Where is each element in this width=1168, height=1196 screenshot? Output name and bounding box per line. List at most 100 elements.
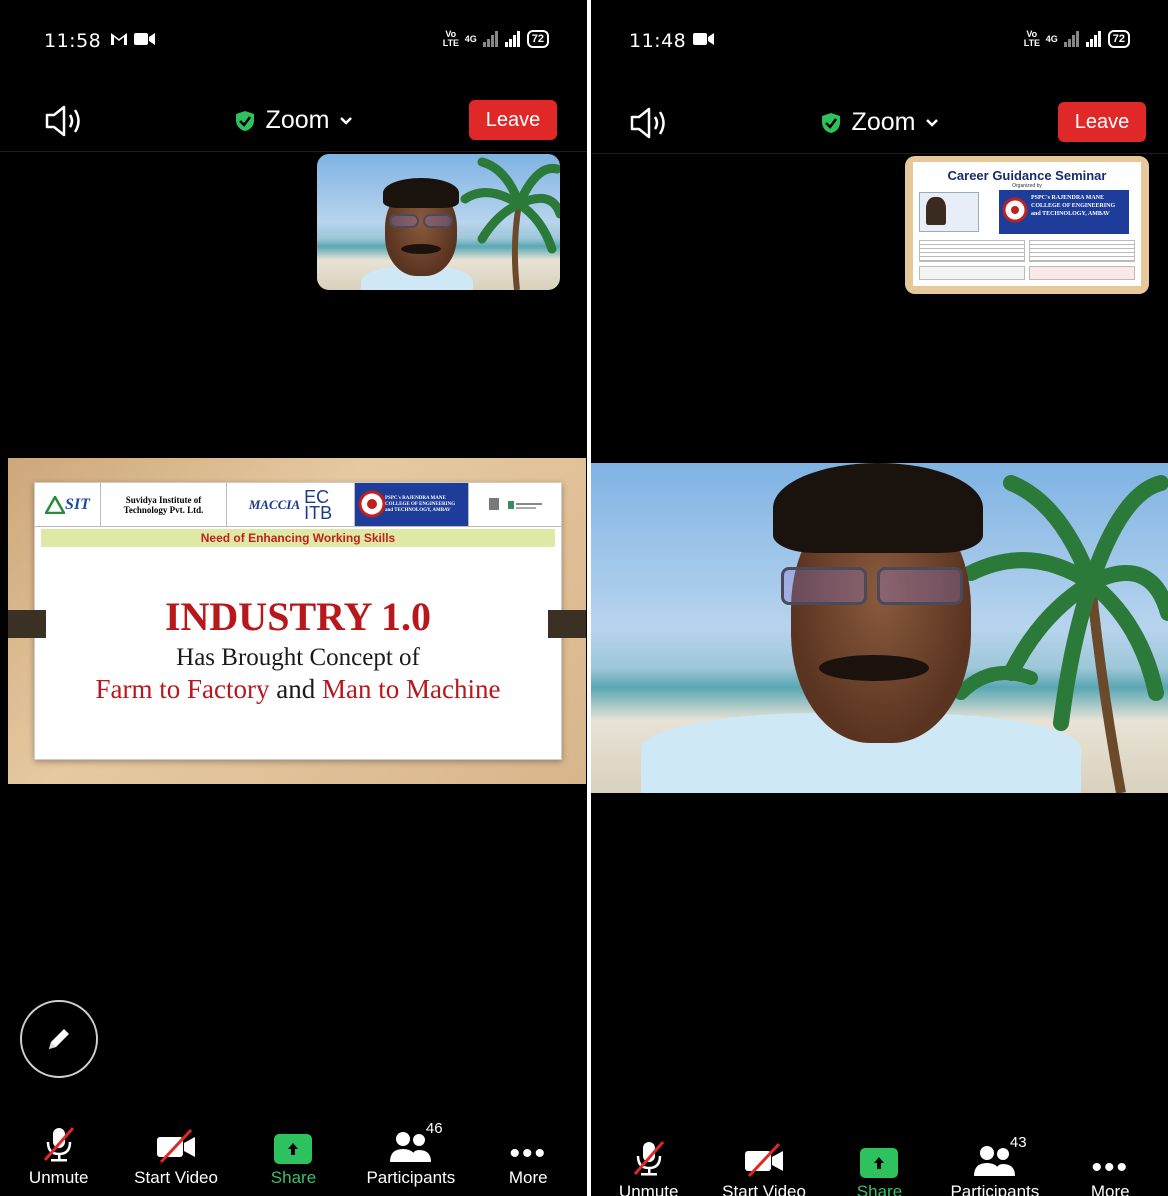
chevron-down-icon [340, 116, 353, 125]
participants-label: Participants [366, 1168, 456, 1187]
unmute-button[interactable]: Unmute [594, 1134, 704, 1196]
slide-paper: SIT Suvidya Institute of Technology Pvt.… [34, 482, 562, 760]
meeting-title-dropdown[interactable]: Zoom [234, 106, 354, 135]
maccia-logo: MACCIA [248, 496, 301, 512]
mic-muted-icon [43, 1127, 74, 1162]
more-button[interactable]: ••• More [473, 1120, 583, 1188]
signal-icon-2 [1085, 31, 1101, 47]
college-emblem-icon [358, 490, 386, 518]
partner-logos [469, 483, 561, 526]
shared-content-thumbnail[interactable]: Career Guidance Seminar Organized by PSP… [905, 156, 1149, 294]
left-phone-screen: 11:58 Vo LTE 4G 72 Zoom Leave SIT Suvidy… [0, 0, 587, 1196]
seminar-footer [919, 266, 1135, 280]
share-label: Share [270, 1168, 317, 1187]
unmute-label: Unmute [28, 1168, 89, 1187]
meeting-header: Zoom Leave [591, 92, 1168, 154]
signal-icon [1063, 31, 1079, 47]
speaker-person [641, 463, 1081, 793]
slide-logo-header: SIT Suvidya Institute of Technology Pvt.… [35, 483, 561, 527]
meeting-title-dropdown[interactable]: Zoom [820, 108, 940, 137]
system-icons: Vo LTE 4G 72 [443, 30, 549, 48]
share-label: Share [856, 1182, 903, 1196]
start-video-label: Start Video [722, 1182, 806, 1196]
signal-icon-2 [504, 31, 520, 47]
leave-button[interactable]: Leave [1058, 102, 1146, 142]
video-off-icon [157, 1128, 196, 1164]
battery-indicator: 72 [1107, 30, 1130, 48]
battery-indicator: 72 [526, 30, 549, 48]
sit-triangle-icon [45, 495, 66, 514]
participants-label: Participants [950, 1182, 1040, 1196]
status-bar: 11:48 Vo LTE 4G 72 [591, 0, 1168, 80]
meeting-title: Zoom [265, 106, 330, 134]
gmail-icon [111, 33, 127, 45]
status-time: 11:48 [629, 30, 687, 52]
leave-button[interactable]: Leave [469, 100, 557, 140]
status-bar: 11:58 Vo LTE 4G 72 [0, 0, 587, 80]
chevron-down-icon [926, 118, 939, 127]
network-type-label: 4G [464, 33, 477, 44]
maccia-ecitb-logos: MACCIA EC ITB [227, 483, 355, 526]
seminar-college-banner: PSPC's RAJENDRA MANE COLLEGE OF ENGINEER… [999, 190, 1129, 234]
status-time: 11:58 [44, 30, 102, 52]
speaker-video-thumbnail[interactable] [317, 154, 560, 290]
unmute-label: Unmute [618, 1182, 679, 1196]
volte-label: Vo LTE [442, 29, 460, 48]
more-label: More [508, 1168, 548, 1187]
participants-button[interactable]: 46 Participants [356, 1120, 466, 1188]
mic-muted-icon [633, 1141, 664, 1176]
pencil-icon [49, 1029, 69, 1049]
seminar-details [919, 240, 1135, 262]
partner-logo-icon-2 [508, 500, 542, 509]
meeting-title: Zoom [851, 108, 916, 136]
board-clip-left [8, 610, 46, 638]
shield-check-icon [235, 110, 254, 131]
speaker-icon[interactable] [629, 106, 669, 140]
notification-icons [110, 32, 156, 46]
meeting-toolbar: Unmute Start Video Share 46 Participants… [0, 1108, 587, 1188]
unmute-button[interactable]: Unmute [4, 1120, 114, 1188]
more-button[interactable]: ••• More [1055, 1134, 1165, 1196]
slide-subtitle: Need of Enhancing Working Skills [41, 529, 555, 547]
seminar-title: Career Guidance Seminar [947, 168, 1107, 183]
sit-logo: SIT [35, 483, 101, 526]
org-name: Suvidya Institute of Technology Pvt. Ltd… [101, 483, 227, 526]
notification-icons [693, 32, 715, 46]
shared-screen-slide: SIT Suvidya Institute of Technology Pvt.… [8, 458, 586, 784]
meeting-header: Zoom Leave [0, 90, 587, 152]
video-camera-icon [693, 33, 714, 45]
seminar-speaker-photo [919, 192, 979, 232]
start-video-button[interactable]: Start Video [121, 1120, 231, 1188]
partner-logo-icon [489, 497, 499, 510]
participants-count: 46 [425, 1120, 443, 1137]
seminar-poster: Career Guidance Seminar Organized by PSP… [913, 162, 1141, 286]
seminar-organized-by: Organized by [1012, 183, 1042, 189]
more-label: More [1090, 1182, 1130, 1196]
network-type-label: 4G [1045, 33, 1058, 44]
slide-heading: INDUSTRY 1.0 [164, 594, 432, 639]
more-dots-icon: ••• [509, 1137, 547, 1170]
more-dots-icon: ••• [1091, 1151, 1129, 1184]
system-icons: Vo LTE 4G 72 [1024, 30, 1130, 48]
slide-line-3: Farm to Factory and Man to Machine [95, 674, 501, 704]
share-button[interactable]: Share [238, 1120, 348, 1188]
slide-body: INDUSTRY 1.0 Has Brought Concept of Farm… [35, 593, 561, 705]
slide-line-2: Has Brought Concept of [176, 644, 420, 671]
annotate-button[interactable] [20, 1000, 98, 1078]
speaker-video-main[interactable] [591, 463, 1168, 793]
participants-count: 43 [1009, 1134, 1027, 1151]
start-video-button[interactable]: Start Video [709, 1134, 819, 1196]
speaker-icon[interactable] [44, 104, 84, 138]
share-button[interactable]: Share [824, 1134, 934, 1196]
video-off-icon [745, 1142, 784, 1178]
video-camera-icon [134, 33, 155, 45]
share-arrow-icon [860, 1148, 899, 1178]
board-clip-right [548, 610, 586, 638]
start-video-label: Start Video [134, 1168, 218, 1187]
volte-label: Vo LTE [1023, 29, 1041, 48]
college-logo: PSPC's RAJENDRA MANE COLLEGE OF ENGINEER… [355, 483, 469, 526]
right-phone-screen: 11:48 Vo LTE 4G 72 Zoom Leave Career Gui… [591, 0, 1168, 1196]
participants-button[interactable]: 43 Participants [940, 1134, 1050, 1196]
speaker-person [357, 174, 477, 290]
share-arrow-icon [274, 1134, 313, 1164]
